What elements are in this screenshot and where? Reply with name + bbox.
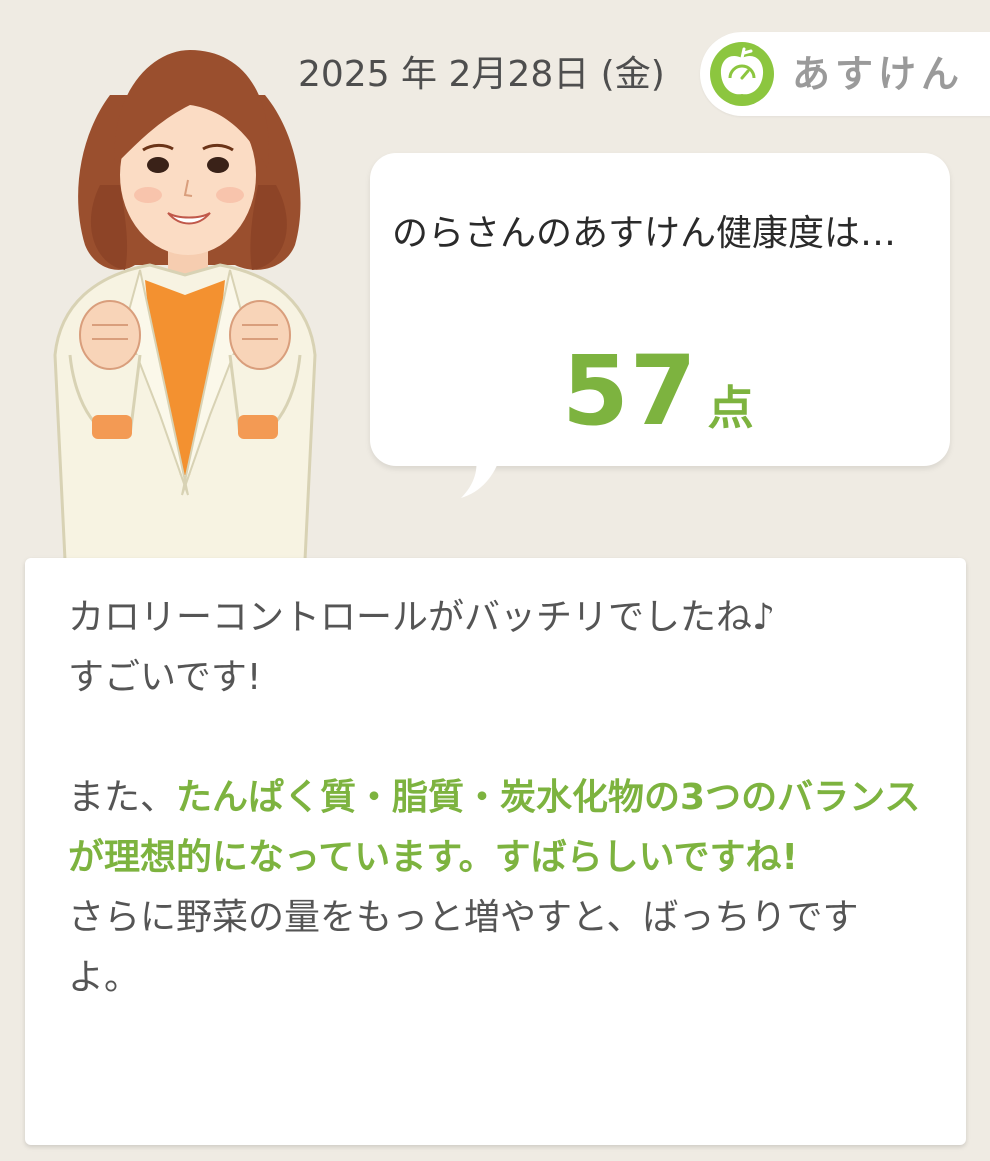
bubble-tail	[461, 454, 501, 498]
asken-logo: あすけん	[700, 32, 990, 116]
advice-text: カロリーコントロールがバッチリでしたね♪ すごいです! また、たんぱく質・脂質・…	[68, 588, 928, 1008]
message-balance-paragraph: また、たんぱく質・脂質・炭水化物の3つのバランスが理想的になっています。すばらし…	[68, 768, 928, 888]
message-line-2: すごいです!	[68, 657, 262, 698]
message-line-1: カロリーコントロールがバッチリでしたね♪	[68, 597, 775, 638]
advice-message-card: カロリーコントロールがバッチリでしたね♪ すごいです! また、たんぱく質・脂質・…	[25, 558, 966, 1145]
apple-scale-icon	[710, 42, 774, 106]
score-speech-bubble: のらさんのあすけん健康度は… 57 点	[370, 153, 950, 466]
message-advice: さらに野菜の量をもっと増やすと、ばっちりですよ。	[68, 897, 859, 998]
message-highlight: たんぱく質・脂質・炭水化物の3つのバランスが理想的になっています。すばらしいです…	[68, 777, 921, 878]
logo-text: あすけん	[792, 52, 965, 96]
score-value: 57	[562, 335, 698, 447]
advisor-character-illustration	[53, 50, 317, 562]
report-date: 2025 年 2月28日 (金)	[298, 54, 665, 95]
message-prefix: また、	[68, 777, 177, 818]
score-lead-text: のらさんのあすけん健康度は…	[392, 213, 897, 254]
score-unit: 点	[707, 381, 754, 435]
health-score: 57 点	[562, 341, 754, 441]
